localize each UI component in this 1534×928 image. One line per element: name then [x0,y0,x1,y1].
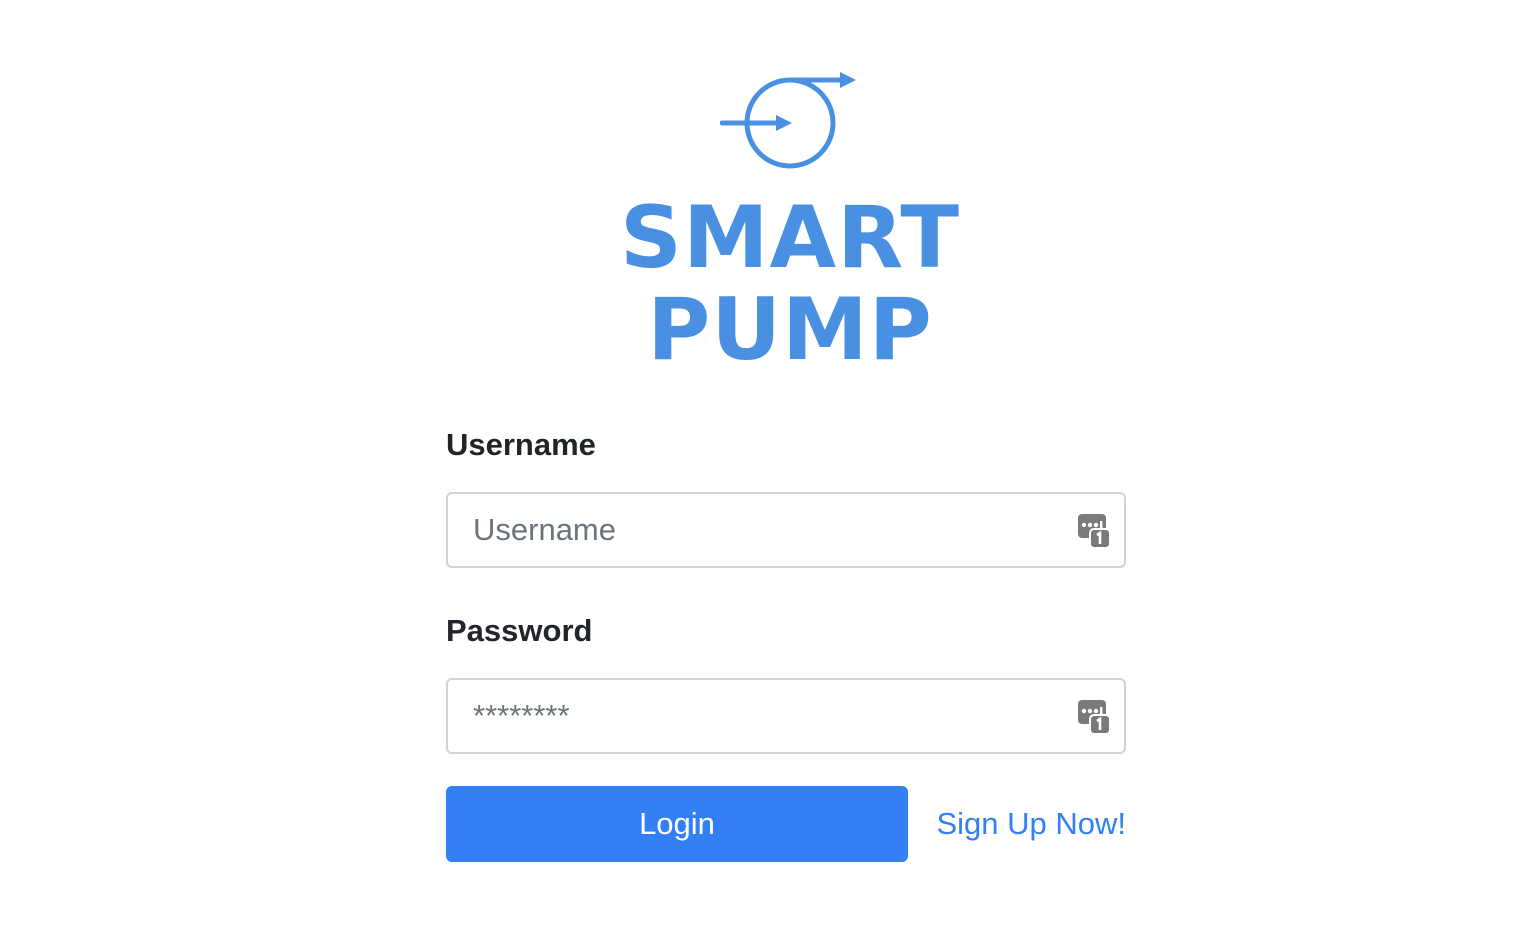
sign-up-link[interactable]: Sign Up Now! [936,786,1126,862]
form-actions: Login Sign Up Now! [446,786,1126,862]
login-button[interactable]: Login [446,786,908,862]
smart-pump-logo: SMART PUMP [620,60,961,376]
username-field-wrapper [446,492,1126,568]
password-input[interactable] [448,680,1124,752]
username-input[interactable] [448,494,1124,566]
logo-text-line2: PUMP [647,280,933,380]
password-label: Password [446,613,593,648]
username-label: Username [446,427,596,462]
login-page: SMART PUMP Username Password [0,0,1534,928]
login-form: Username Password [446,420,1126,862]
password-manager-key-icon[interactable] [1076,698,1112,736]
logo-text-line1: SMART [620,188,961,288]
password-manager-key-icon[interactable] [1076,512,1112,550]
password-field-wrapper [446,678,1126,754]
pump-arrow-logo-icon [720,72,856,169]
